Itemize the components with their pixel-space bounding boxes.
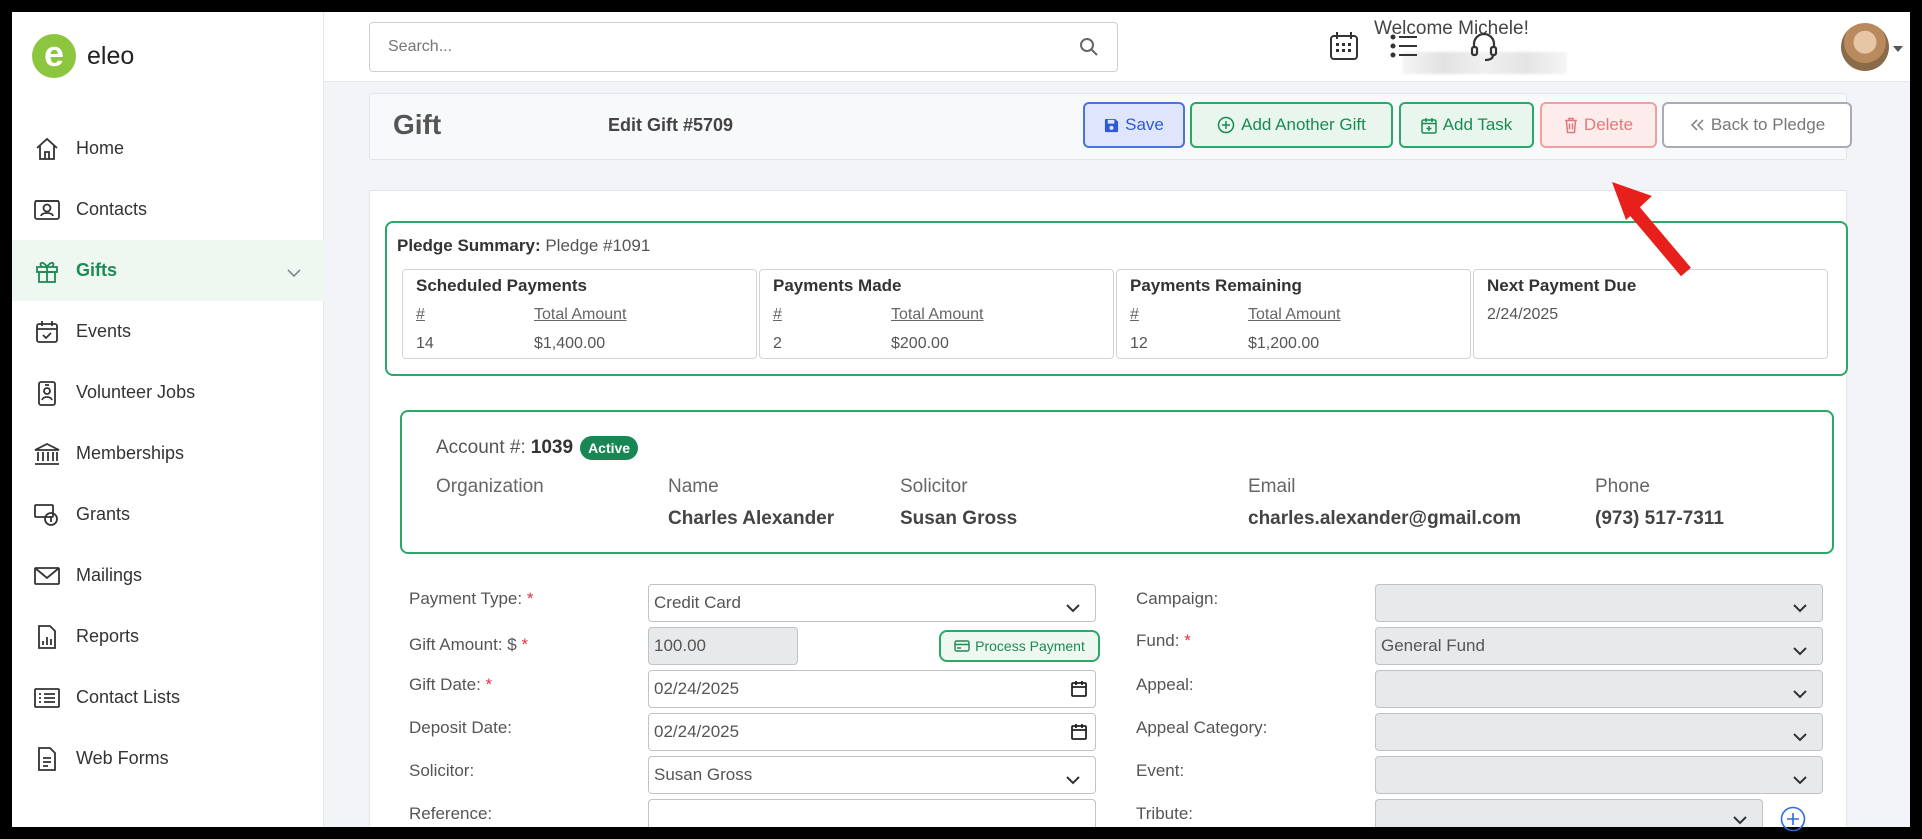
add-task-button[interactable]: Add Task xyxy=(1399,102,1534,148)
search-icon[interactable] xyxy=(1079,37,1099,62)
sidebar-item-label: Grants xyxy=(76,504,131,524)
bank-icon xyxy=(32,439,62,469)
save-button[interactable]: Save xyxy=(1083,102,1185,148)
delete-button[interactable]: Delete xyxy=(1540,102,1657,148)
id-badge-icon xyxy=(32,378,62,408)
home-icon xyxy=(32,134,62,164)
sidebar-nav: Home Contacts Gifts Events Volunteer Job… xyxy=(12,118,324,789)
double-chevron-left-icon xyxy=(1690,119,1704,131)
add-another-gift-button[interactable]: Add Another Gift xyxy=(1190,102,1393,148)
avatar[interactable] xyxy=(1841,23,1889,71)
task-list-icon[interactable] xyxy=(1384,26,1424,66)
form-icon xyxy=(32,744,62,774)
calendar-icon[interactable] xyxy=(1324,26,1364,66)
add-another-gift-label: Add Another Gift xyxy=(1241,115,1366,134)
sidebar-item-web-forms[interactable]: Web Forms xyxy=(12,728,324,789)
chevron-down-icon[interactable] xyxy=(286,262,302,283)
sidebar-item-home[interactable]: Home xyxy=(12,118,324,179)
page-subtitle: Edit Gift #5709 xyxy=(608,115,734,135)
report-icon xyxy=(32,622,62,652)
sidebar-item-volunteer-jobs[interactable]: Volunteer Jobs xyxy=(12,362,324,423)
calendar-plus-icon xyxy=(1420,117,1437,134)
support-headset-icon[interactable] xyxy=(1464,26,1504,66)
page-title: Gift xyxy=(393,109,442,140)
save-button-label: Save xyxy=(1125,115,1164,134)
search-input[interactable] xyxy=(370,23,1050,71)
logo-text: eleo xyxy=(87,41,135,70)
add-task-label: Add Task xyxy=(1442,115,1513,134)
sidebar-item-label: Reports xyxy=(76,626,140,646)
back-to-pledge-label: Back to Pledge xyxy=(1710,115,1826,134)
gift-icon xyxy=(32,256,62,286)
sidebar-item-label: Gifts xyxy=(76,260,118,280)
envelope-icon xyxy=(32,561,62,591)
top-bar: Welcome Michele! xyxy=(324,12,1910,82)
sidebar-item-label: Home xyxy=(76,138,125,158)
delete-label: Delete xyxy=(1583,115,1634,134)
sidebar: e eleo Home Contacts Gifts Events Volunt… xyxy=(12,12,324,827)
list-icon xyxy=(32,683,62,713)
sidebar-item-memberships[interactable]: Memberships xyxy=(12,423,324,484)
page-header: Gift Edit Gift #5709 Save Add Another Gi… xyxy=(369,93,1852,160)
sidebar-item-contacts[interactable]: Contacts xyxy=(12,179,324,240)
sidebar-item-label: Contacts xyxy=(76,199,148,219)
sidebar-item-label: Mailings xyxy=(76,565,143,585)
sidebar-item-label: Memberships xyxy=(76,443,185,463)
content-card xyxy=(369,190,1847,827)
sidebar-item-gifts[interactable]: Gifts xyxy=(12,240,324,301)
sidebar-item-mailings[interactable]: Mailings xyxy=(12,545,324,606)
calendar-check-icon xyxy=(32,317,62,347)
sidebar-item-grants[interactable]: Grants xyxy=(12,484,324,545)
search-box xyxy=(369,22,1118,72)
sidebar-item-label: Volunteer Jobs xyxy=(76,382,196,402)
money-icon xyxy=(32,500,62,530)
save-icon xyxy=(1105,118,1119,132)
trash-icon xyxy=(1564,117,1577,133)
app-frame: e eleo Home Contacts Gifts Events Volunt… xyxy=(12,12,1910,827)
app-logo[interactable]: e eleo xyxy=(32,34,134,78)
sidebar-item-events[interactable]: Events xyxy=(12,301,324,362)
sidebar-item-reports[interactable]: Reports xyxy=(12,606,324,667)
sidebar-item-label: Web Forms xyxy=(76,748,169,768)
logo-icon: e xyxy=(32,34,76,78)
sidebar-item-label: Contact Lists xyxy=(76,687,181,707)
contact-card-icon xyxy=(32,195,62,225)
sidebar-item-contact-lists[interactable]: Contact Lists xyxy=(12,667,324,728)
plus-circle-icon xyxy=(1217,116,1235,134)
caret-down-icon[interactable] xyxy=(1892,40,1904,58)
back-to-pledge-button[interactable]: Back to Pledge xyxy=(1662,102,1852,148)
sidebar-item-label: Events xyxy=(76,321,132,341)
